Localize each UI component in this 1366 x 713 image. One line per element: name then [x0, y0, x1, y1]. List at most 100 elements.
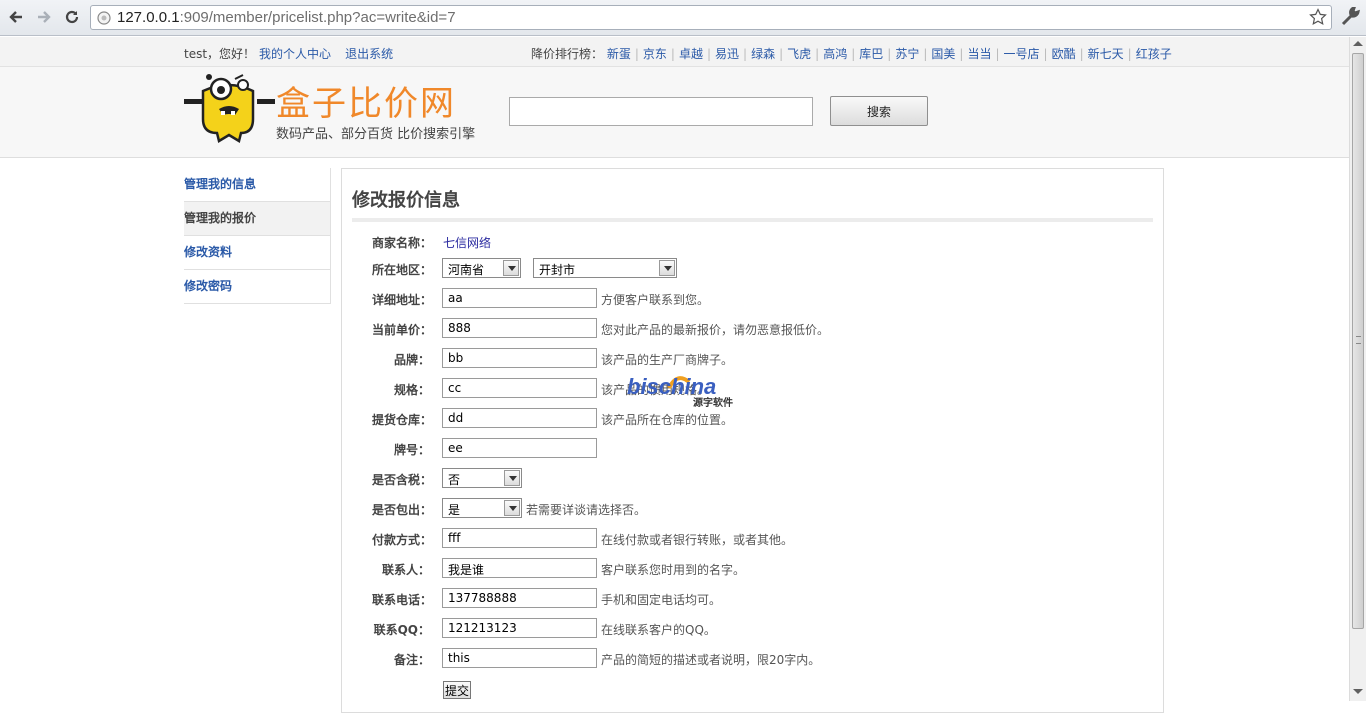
- shipping-select[interactable]: 是: [442, 498, 522, 518]
- rank-link[interactable]: 飞虎: [787, 47, 811, 61]
- profile-link[interactable]: 我的个人中心: [259, 47, 331, 61]
- price-input[interactable]: 888: [442, 318, 597, 338]
- phone-input[interactable]: 137788888: [442, 588, 597, 608]
- merchant-row: 商家名称： 七信网络: [342, 230, 1162, 254]
- spec-label: 规格：: [393, 383, 430, 397]
- sidebar-item-manage-quotes[interactable]: 管理我的报价: [184, 202, 331, 236]
- rank-separator: |: [743, 47, 748, 61]
- browser-toolbar: 127.0.0.1:909/member/pricelist.php?ac=wr…: [0, 0, 1366, 36]
- phone-row: 联系电话： 137788888 手机和固定电话均可。: [342, 587, 1162, 611]
- shipping-hint: 若需要详谈请选择否。: [526, 503, 647, 517]
- contact-row: 联系人： 我是谁 客户联系您时用到的名字。: [342, 557, 1162, 581]
- rank-link[interactable]: 易迅: [715, 47, 739, 61]
- bookmark-star-icon[interactable]: [1309, 8, 1327, 26]
- rank-link[interactable]: 京东: [643, 47, 667, 61]
- search-button[interactable]: 搜索: [830, 96, 928, 126]
- rank-link[interactable]: 新蛋: [607, 47, 631, 61]
- rank-separator: |: [706, 47, 712, 61]
- rank-link[interactable]: 苏宁: [895, 47, 919, 61]
- edit-quote-panel: 修改报价信息 商家名称： 七信网络 所在地区： 河南省 开封市 详细地址： aa…: [341, 168, 1164, 713]
- rank-link[interactable]: 新七天: [1088, 47, 1124, 61]
- welcome-bar: test，您好！ 我的个人中心 退出系统: [184, 45, 393, 62]
- spec-input[interactable]: cc: [442, 378, 597, 398]
- rank-separator: |: [923, 47, 928, 61]
- contact-label: 联系人：: [381, 563, 430, 577]
- grip-icon: [1356, 336, 1361, 344]
- price-hint: 您对此产品的最新报价，请勿恶意报低价。: [601, 323, 830, 337]
- rank-link[interactable]: 绿森: [751, 47, 775, 61]
- title-divider: [352, 218, 1153, 222]
- rank-separator: |: [887, 47, 892, 61]
- rank-link[interactable]: 库巴: [859, 47, 883, 61]
- spec-row: 规格： cc 该产品的惯用规格。: [342, 377, 1162, 401]
- reload-button[interactable]: [61, 6, 83, 28]
- page-title: 修改报价信息: [352, 190, 460, 211]
- model-input[interactable]: ee: [442, 438, 597, 458]
- rank-separator: |: [995, 47, 1000, 61]
- url-text: 127.0.0.1:909/member/pricelist.php?ac=wr…: [117, 9, 456, 26]
- note-input[interactable]: this: [442, 648, 597, 668]
- warehouse-row: 提货仓库： dd 该产品所在仓库的位置。: [342, 407, 1162, 431]
- sidebar-item-manage-info[interactable]: 管理我的信息: [184, 168, 331, 202]
- forward-button[interactable]: [33, 6, 55, 28]
- scrollbar-thumb[interactable]: [1352, 53, 1364, 629]
- warehouse-input[interactable]: dd: [442, 408, 597, 428]
- search-input[interactable]: [509, 97, 813, 126]
- brand-label: 品牌：: [393, 353, 430, 367]
- mascot-logo-icon[interactable]: [183, 73, 275, 145]
- tax-select[interactable]: 否: [442, 468, 522, 488]
- merchant-name: 七信网络: [443, 236, 492, 250]
- watermark-logo: bischina 源字软件: [627, 374, 733, 409]
- warehouse-hint: 该产品所在仓库的位置。: [601, 413, 734, 427]
- scroll-up-arrow-icon[interactable]: [1353, 41, 1363, 46]
- back-button[interactable]: [5, 6, 27, 28]
- rank-link[interactable]: 当当: [967, 47, 991, 61]
- note-row: 备注： this 产品的简短的描述或者说明，限20字内。: [342, 647, 1162, 671]
- contact-input[interactable]: 我是谁: [442, 558, 597, 578]
- logout-link[interactable]: 退出系统: [345, 47, 393, 61]
- shipping-row: 是否包出： 是 若需要详谈请选择否。: [342, 497, 1162, 521]
- qq-input[interactable]: 121213123: [442, 618, 597, 638]
- province-select[interactable]: 河南省: [442, 258, 521, 278]
- rank-link[interactable]: 欧酷: [1052, 47, 1076, 61]
- greeting-text: test，您好！: [184, 47, 256, 61]
- address-label: 详细地址：: [372, 293, 433, 307]
- watermark-brand: bischina: [627, 374, 716, 399]
- qq-hint: 在线联系客户的QQ。: [601, 623, 716, 637]
- scroll-down-arrow-icon[interactable]: [1353, 689, 1363, 694]
- wrench-icon[interactable]: [1340, 7, 1360, 27]
- site-logo-title[interactable]: 盒子比价网: [276, 76, 456, 125]
- sidebar-item-change-password[interactable]: 修改密码: [184, 270, 331, 304]
- address-bar[interactable]: 127.0.0.1:909/member/pricelist.php?ac=wr…: [90, 5, 1332, 30]
- province-value: 河南省: [448, 263, 485, 277]
- price-label: 当前单价：: [372, 323, 433, 337]
- address-input[interactable]: aa: [442, 288, 597, 308]
- rank-links: 新蛋 | 京东 | 卓越 | 易迅 | 绿森 | 飞虎 | 高鸿 | 库巴 | 苏宁 | 国美 | 当当 | 一号店 | 欧酷 |…: [607, 47, 1172, 61]
- payment-hint: 在线付款或者银行转账，或者其他。: [601, 533, 794, 547]
- rank-label: 降价排行榜：: [531, 47, 604, 61]
- qq-label: 联系QQ：: [373, 623, 430, 637]
- rank-link[interactable]: 高鸿: [823, 47, 847, 61]
- rank-link[interactable]: 国美: [931, 47, 955, 61]
- sidebar-item-edit-profile[interactable]: 修改资料: [184, 236, 331, 270]
- phone-label: 联系电话：: [372, 593, 433, 607]
- tax-row: 是否含税： 否: [342, 467, 1162, 491]
- payment-row: 付款方式： fff 在线付款或者银行转账，或者其他。: [342, 527, 1162, 551]
- city-select[interactable]: 开封市: [533, 258, 677, 278]
- submit-button[interactable]: 提交: [443, 681, 471, 699]
- tax-value: 否: [448, 473, 461, 487]
- reload-icon: [65, 10, 79, 24]
- price-row: 当前单价： 888 您对此产品的最新报价，请勿恶意报低价。: [342, 317, 1162, 341]
- city-value: 开封市: [539, 263, 576, 277]
- rank-link[interactable]: 一号店: [1004, 47, 1040, 61]
- rank-link[interactable]: 卓越: [679, 47, 703, 61]
- brand-input[interactable]: bb: [442, 348, 597, 368]
- model-label: 牌号：: [393, 443, 430, 457]
- rank-link[interactable]: 红孩子: [1136, 47, 1172, 61]
- vertical-scrollbar[interactable]: [1349, 37, 1366, 701]
- phone-hint: 手机和固定电话均可。: [601, 593, 722, 607]
- note-hint: 产品的简短的描述或者说明，限20字内。: [601, 653, 821, 667]
- chevron-down-icon: [659, 260, 675, 276]
- member-sidebar: 管理我的信息 管理我的报价 修改资料 修改密码: [184, 168, 331, 304]
- payment-input[interactable]: fff: [442, 528, 597, 548]
